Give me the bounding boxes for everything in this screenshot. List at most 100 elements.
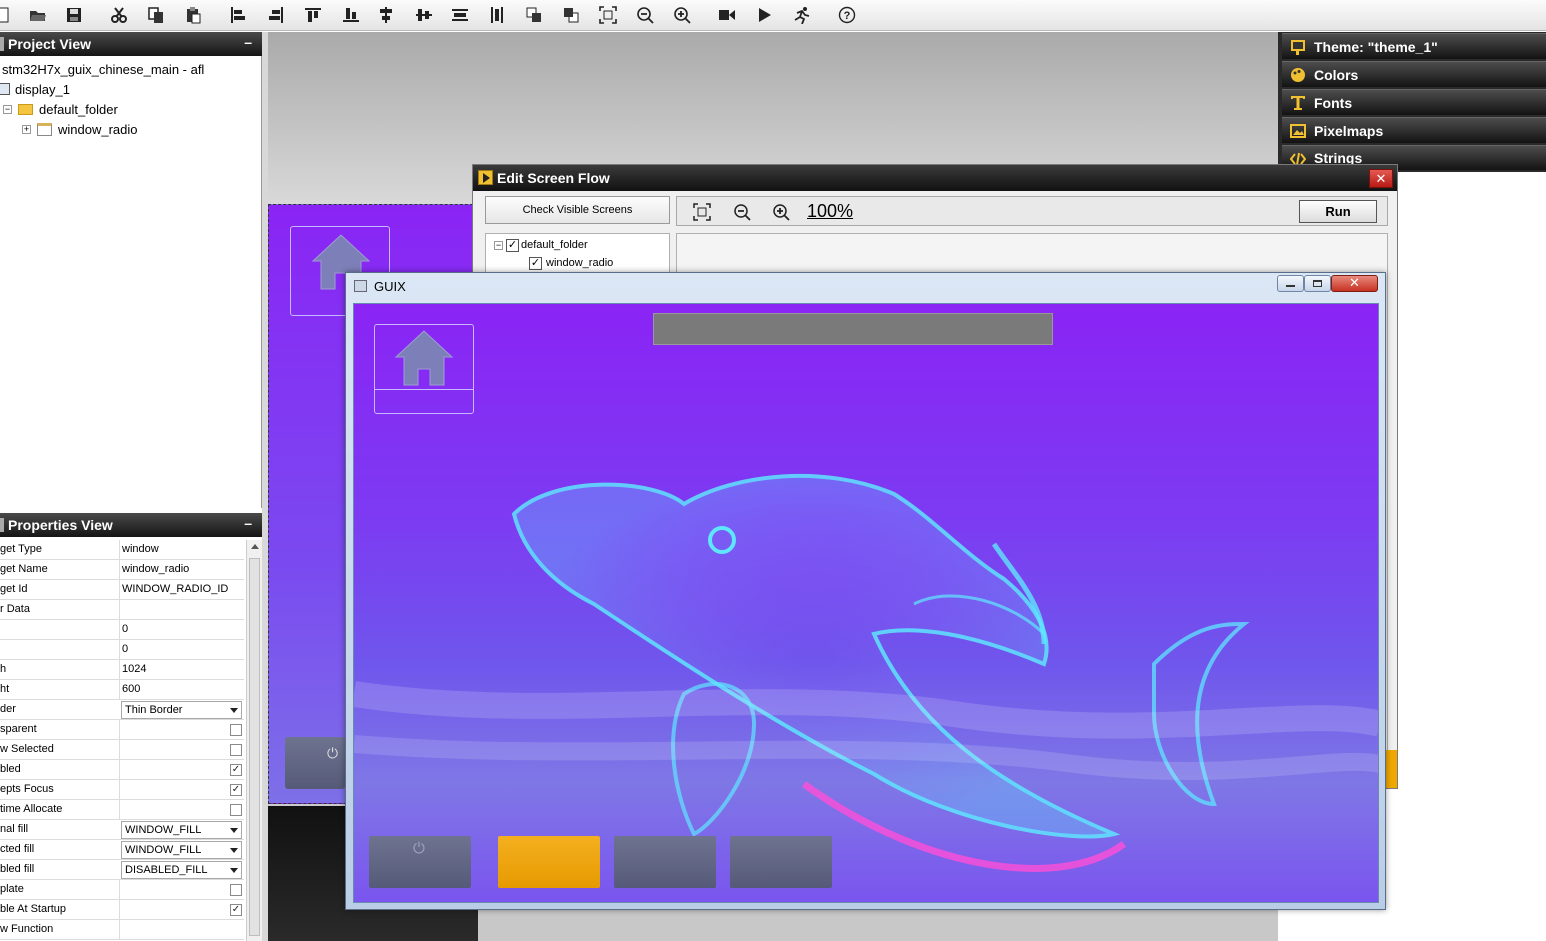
property-row[interactable]: 0 [0,640,244,660]
radio-button-2[interactable] [614,836,716,888]
power-button[interactable]: ⏻ [369,836,471,888]
colors-item[interactable]: Colors [1282,61,1546,87]
help-icon[interactable]: ? [836,5,858,25]
property-checkbox[interactable]: ✓ [230,764,242,776]
equal-height-icon[interactable] [413,5,435,25]
property-combo[interactable]: DISABLED_FILL [121,861,242,879]
property-value[interactable] [119,600,244,620]
minimize-button[interactable] [1277,275,1304,292]
open-icon[interactable] [27,5,49,25]
run-icon[interactable] [791,5,813,25]
align-left-icon[interactable] [227,5,249,25]
project-node[interactable]: stm32H7x_guix_chinese_main - afl [2,60,204,78]
property-row[interactable]: w Selected [0,740,244,760]
play-icon[interactable] [753,5,775,25]
property-row[interactable]: epts Focus ✓ [0,780,244,800]
property-combo[interactable]: WINDOW_FILL [121,821,242,839]
property-value[interactable]: WINDOW_RADIO_ID [119,580,244,600]
property-row[interactable]: bled fill DISABLED_FILL [0,860,244,880]
move-back-icon[interactable] [560,5,582,25]
zoom-out-icon[interactable] [733,203,751,221]
align-right-icon[interactable] [265,5,287,25]
property-row[interactable]: w Function [0,920,244,940]
zoom-in-icon[interactable] [671,5,693,25]
properties-scrollbar[interactable] [246,540,262,941]
property-checkbox[interactable] [230,724,242,736]
property-row[interactable]: plate [0,880,244,900]
property-row[interactable]: r Data [0,600,244,620]
property-row[interactable]: nal fill WINDOW_FILL [0,820,244,840]
check-visible-screens-button[interactable]: Check Visible Screens [485,196,670,224]
property-row[interactable]: time Allocate [0,800,244,820]
copy-icon[interactable] [145,5,167,25]
property-row[interactable]: der Thin Border [0,700,244,720]
property-row[interactable]: ble At Startup ✓ [0,900,244,920]
size-to-fit-icon[interactable] [597,5,619,25]
scrollbar-thumb[interactable] [249,558,260,936]
property-combo[interactable]: WINDOW_FILL [121,841,242,859]
fit-icon[interactable] [693,203,711,221]
close-button[interactable]: ✕ [1369,169,1393,188]
folder-node[interactable]: − default_folder [3,100,118,118]
property-row[interactable]: ht 600 [0,680,244,700]
new-icon[interactable] [0,5,14,25]
property-checkbox[interactable] [230,744,242,756]
property-checkbox[interactable] [230,804,242,816]
property-combo[interactable]: Thin Border [121,701,242,719]
property-row[interactable]: h 1024 [0,660,244,680]
theme-item[interactable]: Theme: "theme_1" [1282,33,1546,59]
collapse-icon[interactable]: − [494,240,503,250]
vspace-icon[interactable] [486,5,508,25]
zoom-level[interactable]: 100% [807,201,853,222]
save-icon[interactable] [63,5,85,25]
display-node[interactable]: display_1 [0,80,70,98]
hspace-icon[interactable] [449,5,471,25]
window-node[interactable]: + window_radio [22,120,138,138]
scroll-up-icon[interactable] [251,544,259,549]
property-row[interactable]: 0 [0,620,244,640]
property-value[interactable]: 0 [119,620,244,640]
flow-window-node[interactable]: ✓ window_radio [529,254,613,272]
property-row[interactable]: get Id WINDOW_RADIO_ID [0,580,244,600]
minimize-button[interactable]: – [244,34,252,50]
property-value[interactable]: 600 [119,680,244,700]
maximize-button[interactable] [1304,275,1331,292]
folder-checkbox[interactable]: ✓ [506,238,519,252]
cut-icon[interactable] [108,5,130,25]
property-row[interactable]: bled ✓ [0,760,244,780]
home-button[interactable] [374,324,474,414]
align-top-icon[interactable] [302,5,324,25]
property-row[interactable]: sparent [0,720,244,740]
align-bottom-icon[interactable] [340,5,362,25]
paste-icon[interactable] [182,5,204,25]
property-row[interactable]: get Type window [0,540,244,560]
fonts-item[interactable]: Fonts [1282,89,1546,115]
property-value[interactable]: window_radio [119,560,244,580]
run-button[interactable]: Run [1299,200,1377,223]
collapse-icon[interactable]: − [3,104,12,114]
project-view-title: Project View [8,36,92,52]
record-macro-icon[interactable] [716,5,738,25]
property-value[interactable]: window [119,540,244,560]
equal-width-icon[interactable] [375,5,397,25]
radio-button-selected[interactable] [498,836,600,888]
property-value[interactable]: 1024 [119,660,244,680]
property-row[interactable]: cted fill WINDOW_FILL [0,840,244,860]
window-checkbox[interactable]: ✓ [529,256,542,270]
pixelmaps-item[interactable]: Pixelmaps [1282,117,1546,143]
palette-icon [1291,68,1305,82]
property-value[interactable] [119,920,244,940]
expand-icon[interactable]: + [22,124,31,134]
property-checkbox[interactable]: ✓ [230,904,242,916]
minimize-button[interactable]: – [244,515,252,531]
zoom-in-icon[interactable] [772,203,790,221]
flow-folder-node[interactable]: − ✓ default_folder [494,236,588,254]
property-row[interactable]: get Name window_radio [0,560,244,580]
property-checkbox[interactable]: ✓ [230,784,242,796]
close-button[interactable]: ✕ [1331,275,1378,292]
radio-button-3[interactable] [730,836,832,888]
move-front-icon[interactable] [523,5,545,25]
zoom-out-icon[interactable] [634,5,656,25]
property-value[interactable]: 0 [119,640,244,660]
property-checkbox[interactable] [230,884,242,896]
